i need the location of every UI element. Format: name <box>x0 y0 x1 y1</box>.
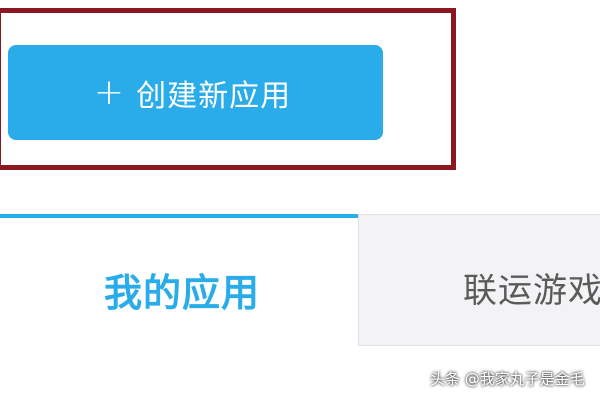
tab-my-apps[interactable]: 我的应用 <box>0 214 358 400</box>
plus-icon: + <box>93 71 125 113</box>
create-new-app-button[interactable]: + 创建新应用 <box>8 45 383 140</box>
tab-joint-games-label: 联运游戏 <box>463 271 600 311</box>
watermark-text: 头条 @我家丸子是金毛 <box>430 370 585 388</box>
tab-my-apps-label: 我的应用 <box>104 271 261 315</box>
create-new-app-label: 创建新应用 <box>136 78 292 114</box>
tab-joint-games[interactable]: 联运游戏 <box>358 214 600 346</box>
